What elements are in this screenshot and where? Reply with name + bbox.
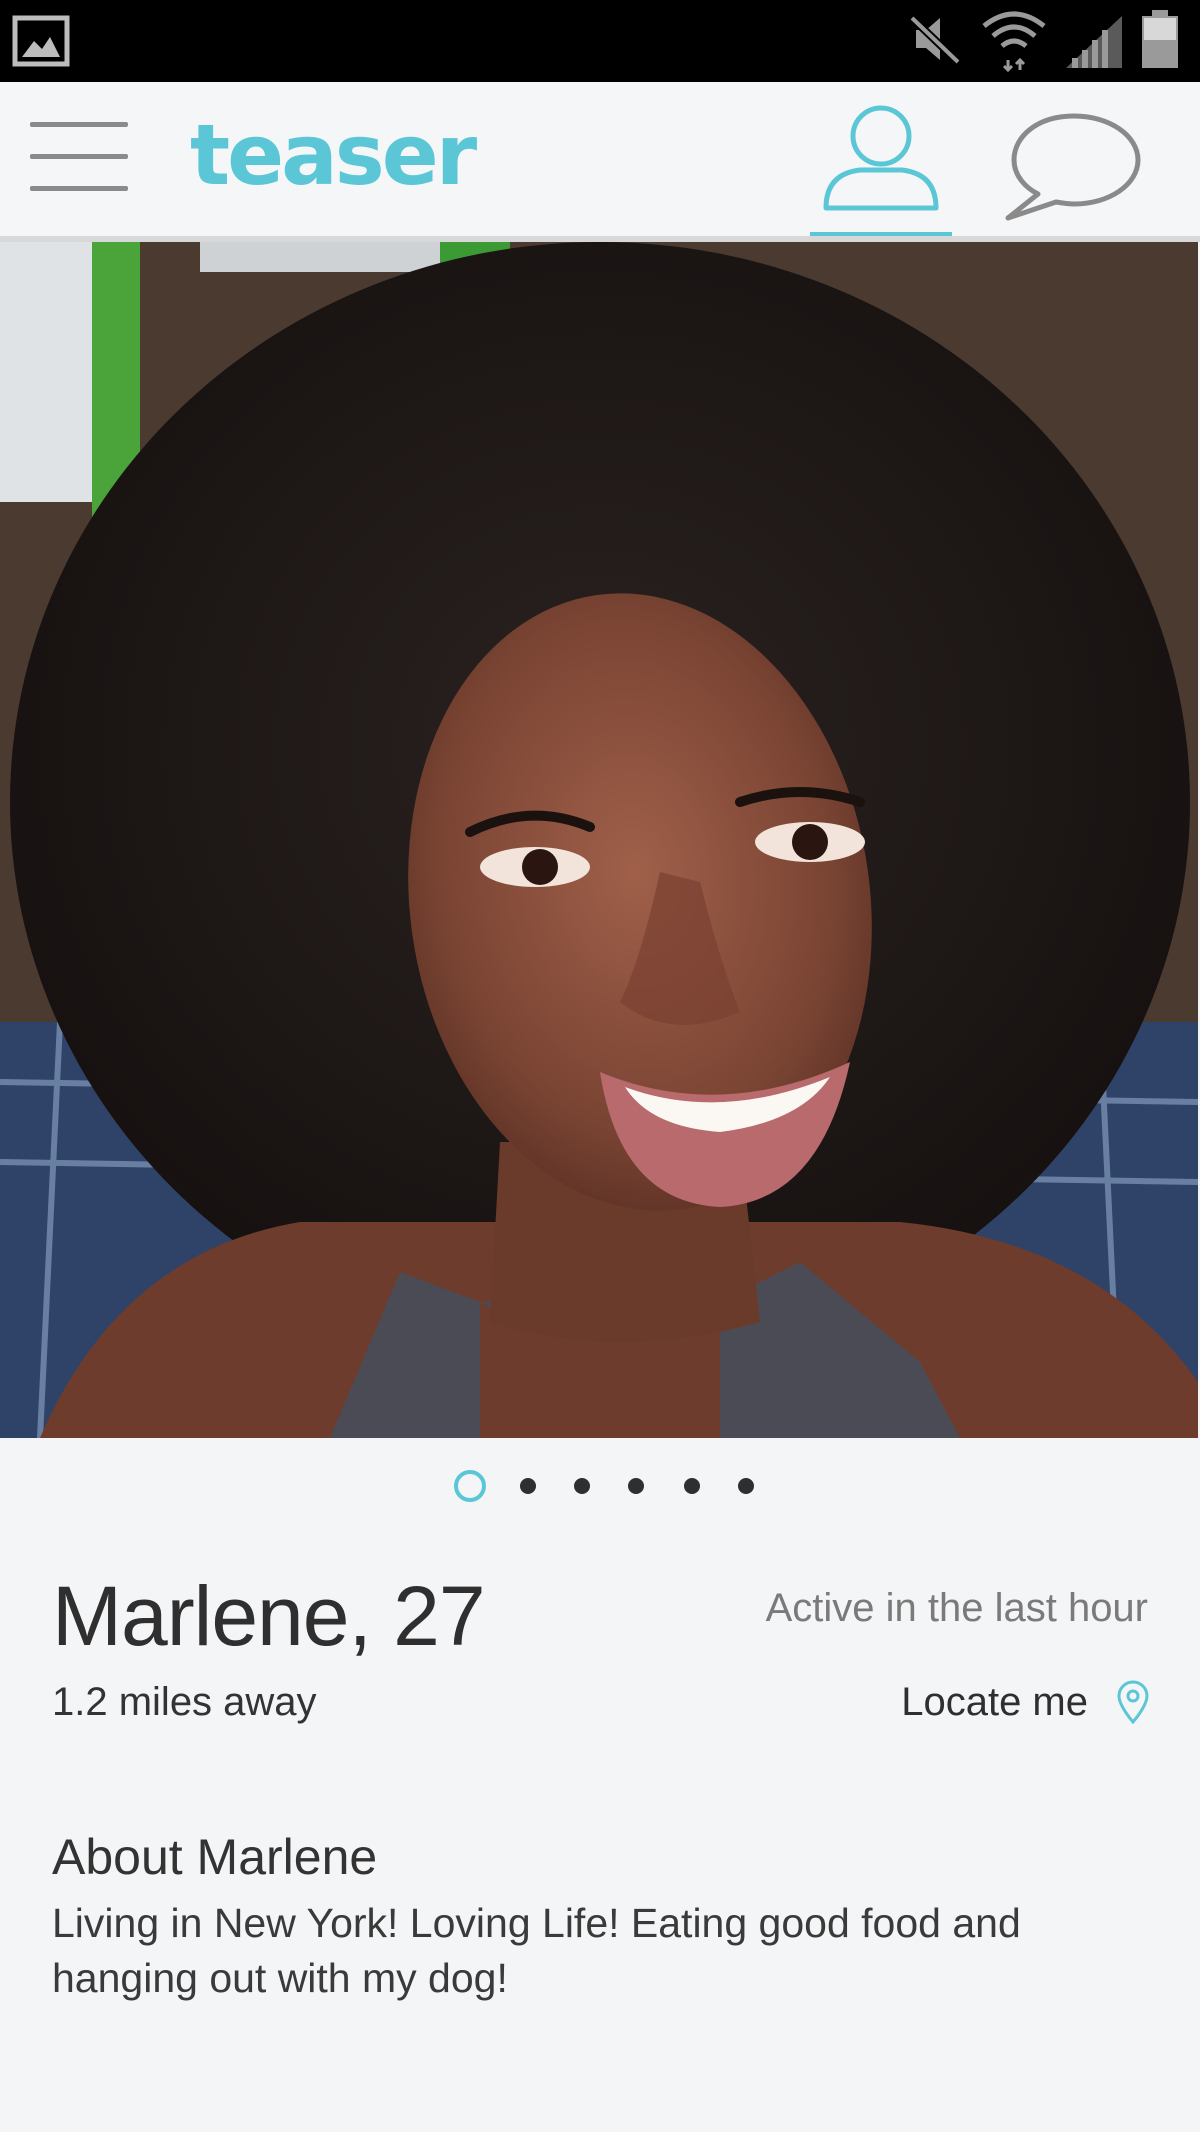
carousel-dot-active[interactable] <box>454 1470 486 1502</box>
photo-carousel-dots <box>0 1466 1200 1506</box>
battery-icon <box>1142 10 1178 68</box>
app-logo: teaser <box>190 106 477 204</box>
active-status: Active in the last hour <box>765 1586 1148 1630</box>
chat-bubble-icon[interactable] <box>1004 110 1144 222</box>
tab-profile[interactable] <box>810 104 952 238</box>
person-icon <box>823 105 939 211</box>
profile-photo-illustration <box>0 242 1198 1438</box>
locate-me-label: Locate me <box>901 1679 1088 1724</box>
profile-name-age: Marlene, 27 <box>52 1568 486 1665</box>
signal-icon <box>1066 16 1122 68</box>
carousel-dot[interactable] <box>574 1478 590 1494</box>
carousel-dot[interactable] <box>738 1478 754 1494</box>
profile-photo[interactable] <box>0 242 1198 1438</box>
location-pin-icon <box>1117 1680 1149 1724</box>
locate-me-button[interactable]: Locate me <box>901 1676 1150 1728</box>
carousel-dot[interactable] <box>684 1478 700 1494</box>
carousel-dot[interactable] <box>520 1478 536 1494</box>
status-bar <box>0 0 1200 82</box>
app-header: teaser <box>0 82 1200 238</box>
profile-age: 27 <box>393 1569 485 1663</box>
about-text: Living in New York! Loving Life! Eating … <box>52 1900 1021 2001</box>
profile-distance: 1.2 miles away <box>52 1680 317 1724</box>
about-title: About Marlene <box>52 1829 378 1885</box>
hamburger-menu-icon[interactable] <box>30 118 128 194</box>
carousel-dot[interactable] <box>628 1478 644 1494</box>
gallery-icon <box>12 15 70 67</box>
wifi-icon <box>982 11 1046 72</box>
mute-icon <box>909 15 961 65</box>
profile-name: Marlene, <box>52 1569 372 1663</box>
